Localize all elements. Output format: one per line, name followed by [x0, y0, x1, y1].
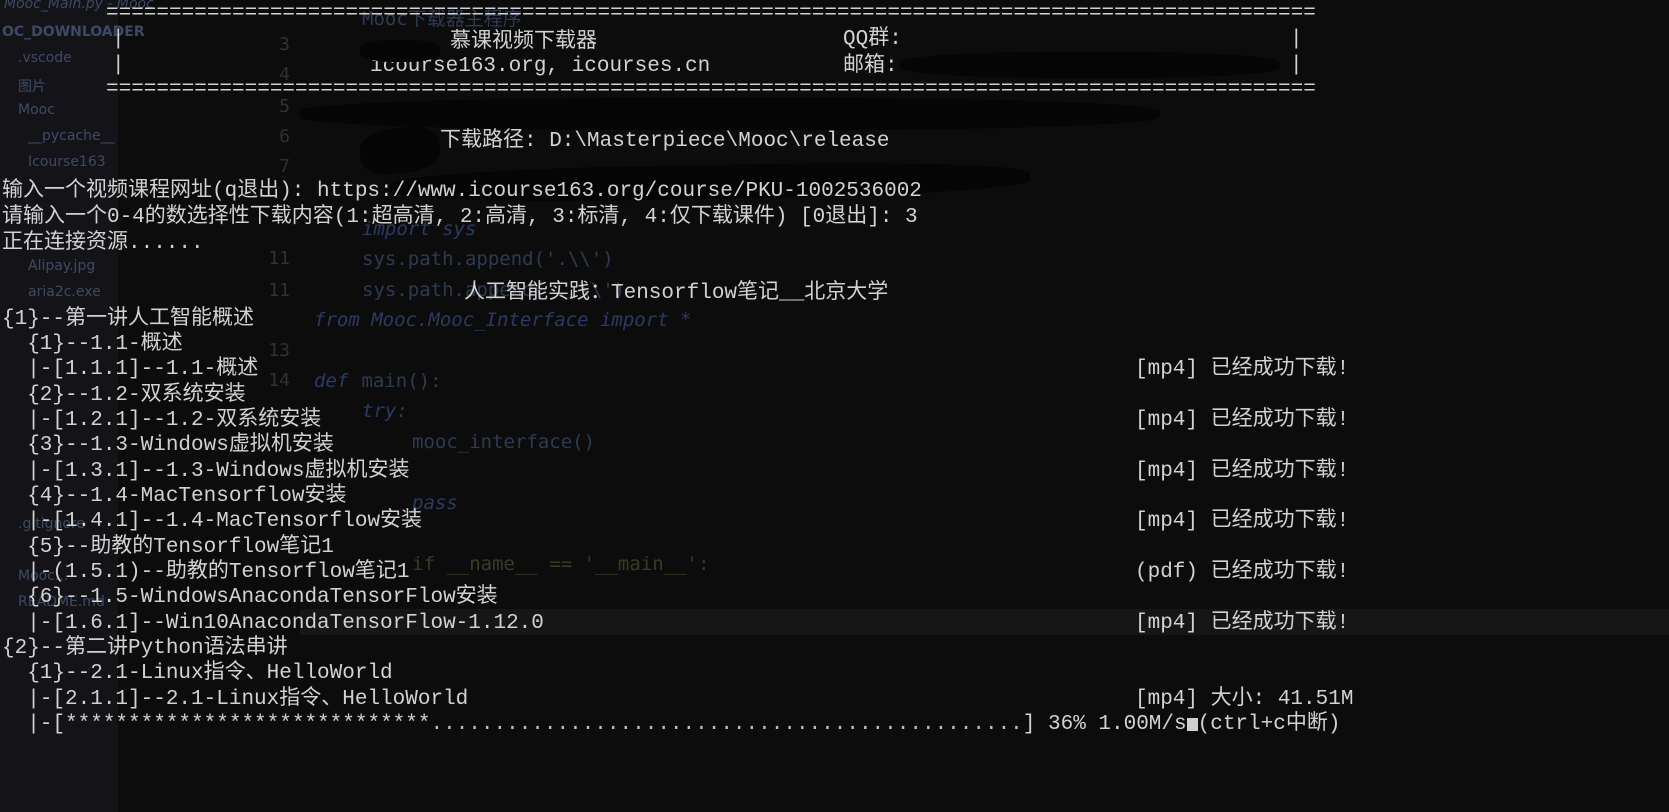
progress-bar-done: *****************************	[65, 713, 431, 736]
download-status: [mp4] 已经成功下载!	[1135, 460, 1350, 483]
tree-line: {5}--助教的Tensorflow笔记1	[2, 536, 334, 559]
header-qq: QQ群:	[843, 28, 902, 51]
sidebar-item-pycache[interactable]: __pycache__	[28, 128, 115, 144]
sidebar-item-mooc[interactable]: Mooc	[18, 102, 55, 118]
tree-line: |-[1.6.1]--Win10AnacondaTensorFlow-1.12.…	[2, 612, 544, 635]
code-def-main: main():	[350, 370, 442, 392]
tree-line: |-[1.3.1]--1.3-Windows虚拟机安装	[2, 460, 410, 483]
code-if-main: if __name__ == '__main__':	[412, 553, 710, 575]
sidebar-item-alipay[interactable]: Alipay.jpg	[28, 258, 95, 274]
tree-line: |-[1.2.1]--1.2-双系统安装	[2, 409, 322, 432]
progress-hint: (ctrl+c中断)	[1197, 713, 1341, 736]
prompt-quality[interactable]: 请输入一个0-4的数选择性下载内容(1:超高清, 2:高清, 3:标清, 4:仅…	[2, 206, 918, 230]
sidebar-item-aria2c[interactable]: aria2c.exe	[28, 284, 101, 300]
header-border-left: |	[112, 28, 125, 51]
tree-line: {6}--1.5-WindowsAnacondaTensorFlow安装	[2, 586, 498, 609]
code-from-import: from Mooc.Mooc_Interface import *	[314, 309, 692, 331]
progress-bar-remaining: ........................................…	[430, 713, 1023, 736]
code-call: mooc_interface()	[412, 431, 596, 453]
download-size: [mp4] 大小: 41.51M	[1135, 688, 1354, 711]
header-border-right: |	[1290, 28, 1303, 51]
download-path: 下载路径: D:\Masterpiece\Mooc\release	[440, 130, 890, 153]
header-rule-top: ========================================…	[106, 2, 1316, 25]
header-mail: 邮箱:	[843, 55, 898, 78]
code-def-keyword: def	[314, 370, 349, 392]
line-number: 7	[279, 156, 290, 177]
line-number: 11	[268, 280, 290, 301]
download-status: [mp4] 已经成功下载!	[1135, 510, 1350, 533]
prompt-course-url[interactable]: 输入一个视频课程网址(q退出): https://www.icourse163.…	[2, 180, 922, 204]
header-border-right-2: |	[1290, 54, 1303, 77]
download-status: [mp4] 已经成功下载!	[1135, 358, 1350, 381]
download-status: [mp4] 已经成功下载!	[1135, 409, 1350, 432]
tree-line: {1}--1.1-概述	[2, 333, 183, 356]
tree-line: {3}--1.3-Windows虚拟机安装	[2, 434, 334, 457]
cursor-block	[1186, 718, 1198, 731]
tree-line: {1}--第一讲人工智能概述	[2, 308, 255, 331]
sidebar-item-icourse163[interactable]: Icourse163	[28, 154, 106, 170]
tree-line: {2}--第二讲Python语法串讲	[2, 637, 288, 660]
tree-line: {2}--1.2-双系统安装	[2, 384, 246, 407]
progress-rate: ] 36% 1.00M/s	[1022, 713, 1187, 736]
download-status: [mp4] 已经成功下载!	[1135, 612, 1350, 635]
tree-line: {4}--1.4-MacTensorflow安装	[2, 485, 347, 508]
sidebar-item-vscode[interactable]: .vscode	[18, 50, 72, 66]
tree-line: |-[1.1.1]--1.1-概述	[2, 358, 259, 381]
tree-line: |-(1.5.1)--助教的Tensorflow笔记1	[2, 561, 410, 584]
progress-prefix: |-[	[2, 713, 66, 736]
redaction-mark	[900, 52, 1280, 78]
header-border-left-2: |	[112, 54, 125, 77]
tree-line: |-[1.4.1]--1.4-MacTensorflow安装	[2, 510, 423, 533]
code-append-1: sys.path.append('.\\')	[362, 248, 614, 270]
line-number: 6	[279, 126, 290, 147]
tree-line: |-[2.1.1]--2.1-Linux指令、HelloWorld	[2, 688, 469, 711]
connecting-status: 正在连接资源......	[2, 232, 204, 255]
line-number: 11	[268, 248, 290, 269]
line-number: 3	[279, 34, 290, 55]
sidebar-item-images[interactable]: 图片	[18, 76, 46, 96]
header-title: 慕课视频下载器	[450, 28, 597, 52]
download-status: (pdf) 已经成功下载!	[1135, 561, 1350, 584]
tree-line: {1}--2.1-Linux指令、HelloWorld	[2, 662, 393, 685]
code-try: try:	[362, 400, 408, 422]
progress-line: |-[*****************************........…	[2, 713, 1340, 737]
redaction-mark	[300, 98, 1160, 130]
redaction-mark	[360, 40, 440, 62]
course-title: 人工智能实践：Tensorflow笔记__北京大学	[464, 282, 889, 305]
